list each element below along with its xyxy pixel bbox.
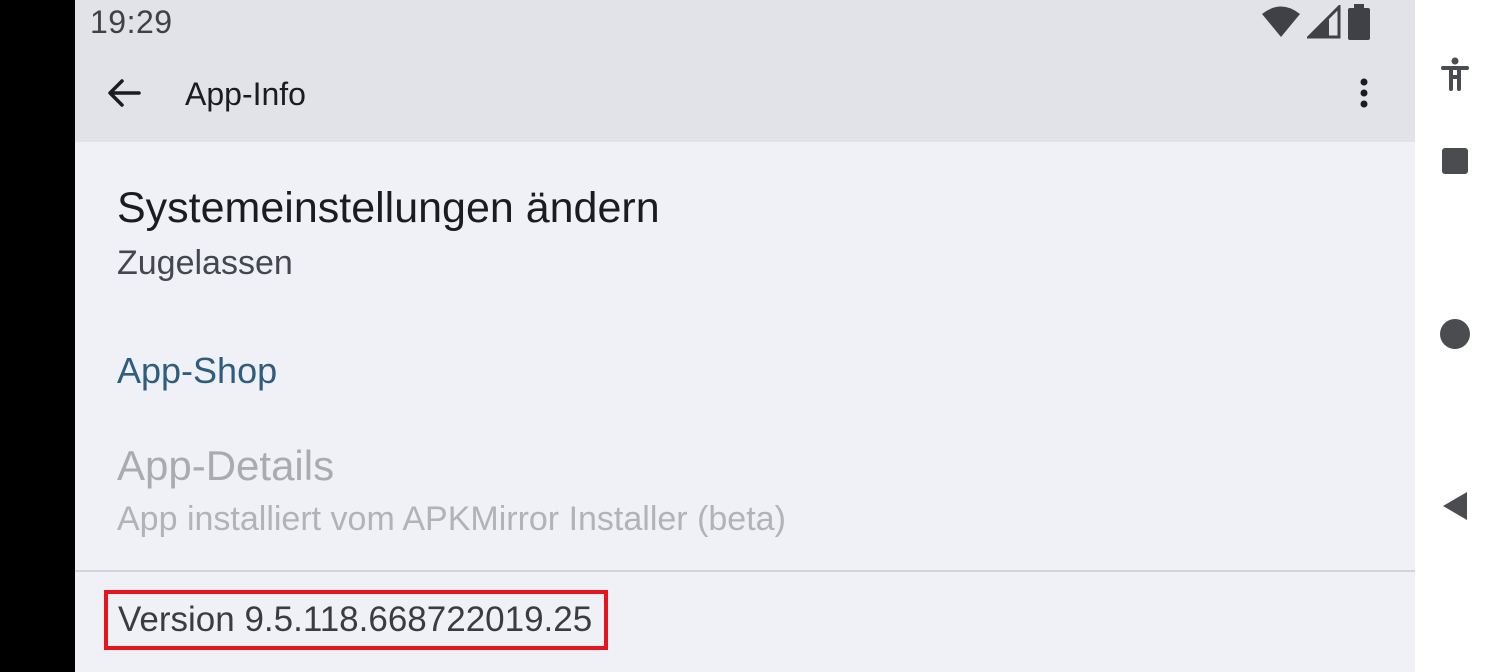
wifi-icon [1261, 5, 1301, 44]
back-button[interactable] [103, 74, 145, 116]
recents-button[interactable] [1435, 143, 1475, 183]
accessibility-button[interactable] [1435, 56, 1475, 96]
cell-signal-icon [1305, 2, 1341, 44]
device-frame: 19:29 App-Info Systemeinstellungen änder… [0, 0, 1496, 672]
app-info-screen: 19:29 App-Info Systemeinstellungen änder… [75, 0, 1415, 672]
version-text: Version 9.5.118.668722019.25 [118, 600, 593, 639]
top-app-bar: 19:29 App-Info [75, 0, 1415, 142]
page-title: App-Info [185, 76, 306, 112]
battery-icon [1347, 3, 1371, 45]
nav-back-button[interactable] [1435, 488, 1475, 528]
more-vert-icon [1360, 78, 1368, 113]
home-button[interactable] [1435, 316, 1475, 356]
navigation-bar [1415, 0, 1496, 672]
status-icons [1261, 2, 1371, 45]
arrow-back-icon [107, 78, 141, 113]
modify-settings-title: Systemeinstellungen ändern [117, 184, 660, 232]
modify-settings-summary: Zugelassen [117, 244, 293, 282]
recents-icon [1441, 147, 1469, 180]
home-icon [1439, 318, 1471, 355]
app-details-title: App-Details [117, 442, 335, 489]
app-store-section-header: App-Shop [117, 350, 278, 391]
divider [75, 570, 1415, 572]
app-details-summary: App installiert vom APKMirror Installer … [117, 500, 786, 538]
accessibility-icon [1440, 57, 1470, 96]
status-time: 19:29 [90, 4, 173, 40]
left-bezel [0, 0, 75, 672]
back-icon [1441, 490, 1469, 527]
more-options-button[interactable] [1349, 74, 1379, 116]
